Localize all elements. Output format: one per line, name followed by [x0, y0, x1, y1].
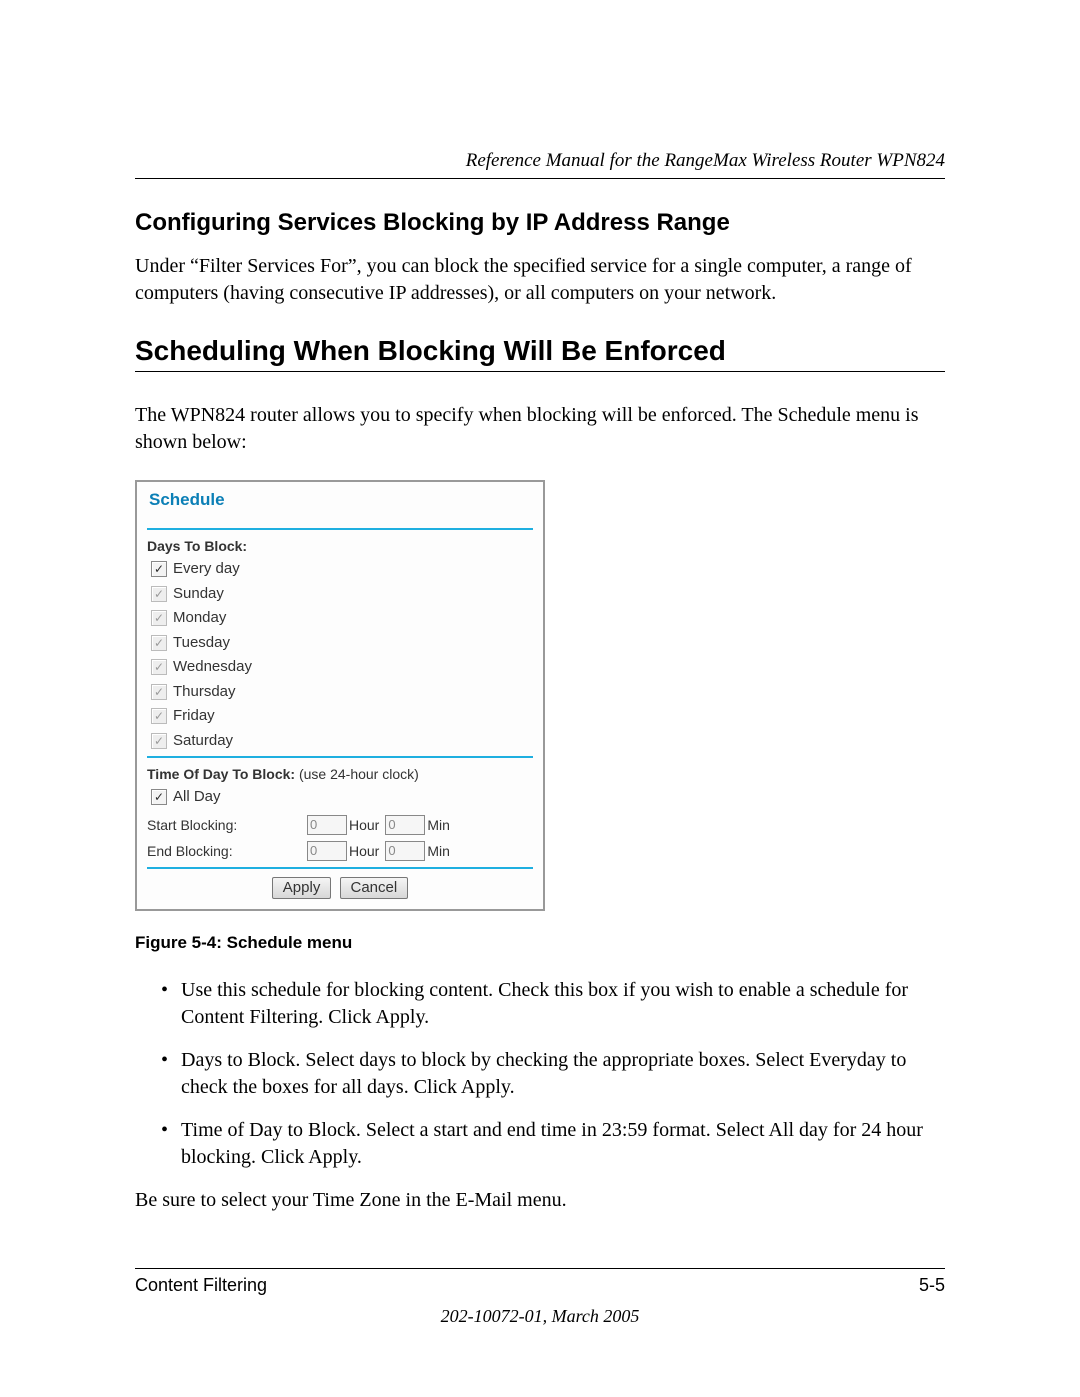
checkbox-wednesday-row[interactable]: ✓ Wednesday — [151, 656, 533, 679]
apply-button[interactable]: Apply — [272, 877, 332, 899]
min-unit-label: Min — [427, 817, 450, 833]
list-item: Use this schedule for blocking content. … — [161, 977, 945, 1031]
subsection-title: Configuring Services Blocking by IP Addr… — [135, 209, 945, 237]
checkbox-icon: ✓ — [151, 684, 167, 700]
checkbox-icon: ✓ — [151, 733, 167, 749]
footer-section-name: Content Filtering — [135, 1275, 267, 1296]
checkbox-label: Tuesday — [173, 632, 230, 655]
checkbox-label: Every day — [173, 558, 240, 581]
checkbox-label: All Day — [173, 786, 221, 809]
time-of-day-label: Time Of Day To Block: (use 24-hour clock… — [147, 766, 533, 782]
footer-doc-id: 202-10072-01, March 2005 — [135, 1306, 945, 1327]
bullet-list: Use this schedule for blocking content. … — [135, 977, 945, 1171]
min-unit-label: Min — [427, 843, 450, 859]
checkbox-label: Wednesday — [173, 656, 252, 679]
figure-schedule: Schedule Days To Block: ✓ Every day ✓ Su… — [135, 480, 945, 911]
checkbox-label: Sunday — [173, 583, 224, 606]
figure-caption: Figure 5-4: Schedule menu — [135, 933, 945, 953]
panel-divider — [147, 756, 533, 758]
checkbox-friday-row[interactable]: ✓ Friday — [151, 705, 533, 728]
footer-page-number: 5-5 — [919, 1275, 945, 1296]
panel-title: Schedule — [149, 490, 533, 510]
start-min-input[interactable]: 0 — [385, 815, 425, 835]
checkbox-label: Thursday — [173, 681, 236, 704]
list-item: Days to Block. Select days to block by c… — [161, 1047, 945, 1101]
end-blocking-label: End Blocking: — [147, 843, 307, 859]
page-footer: Content Filtering 5-5 202-10072-01, Marc… — [135, 1268, 945, 1327]
checkbox-icon: ✓ — [151, 635, 167, 651]
section-title: Scheduling When Blocking Will Be Enforce… — [135, 335, 945, 367]
checkbox-icon: ✓ — [151, 586, 167, 602]
end-blocking-row: End Blocking: 0 Hour 0 Min — [147, 841, 533, 861]
time-of-day-title: Time Of Day To Block: — [147, 766, 295, 782]
cancel-button[interactable]: Cancel — [340, 877, 409, 899]
body-paragraph: The WPN824 router allows you to specify … — [135, 402, 945, 456]
checkbox-allday-row[interactable]: ✓ All Day — [151, 786, 533, 809]
days-to-block-label: Days To Block: — [147, 538, 533, 554]
hour-unit-label: Hour — [349, 817, 379, 833]
checkbox-tuesday-row[interactable]: ✓ Tuesday — [151, 632, 533, 655]
end-hour-input[interactable]: 0 — [307, 841, 347, 861]
checkbox-icon: ✓ — [151, 708, 167, 724]
start-hour-input[interactable]: 0 — [307, 815, 347, 835]
start-blocking-row: Start Blocking: 0 Hour 0 Min — [147, 815, 533, 835]
checkbox-icon: ✓ — [151, 789, 167, 805]
time-of-day-hint: (use 24-hour clock) — [295, 766, 419, 782]
start-blocking-label: Start Blocking: — [147, 817, 307, 833]
schedule-panel: Schedule Days To Block: ✓ Every day ✓ Su… — [135, 480, 545, 911]
checkbox-icon: ✓ — [151, 561, 167, 577]
hour-unit-label: Hour — [349, 843, 379, 859]
footer-rule — [135, 1268, 945, 1269]
checkbox-sunday-row[interactable]: ✓ Sunday — [151, 583, 533, 606]
checkbox-label: Friday — [173, 705, 215, 728]
end-min-input[interactable]: 0 — [385, 841, 425, 861]
section-rule — [135, 371, 945, 372]
checkbox-label: Saturday — [173, 730, 233, 753]
checkbox-icon: ✓ — [151, 659, 167, 675]
list-item: Time of Day to Block. Select a start and… — [161, 1117, 945, 1171]
body-paragraph: Under “Filter Services For”, you can blo… — [135, 253, 945, 307]
checkbox-icon: ✓ — [151, 610, 167, 626]
checkbox-monday-row[interactable]: ✓ Monday — [151, 607, 533, 630]
body-paragraph: Be sure to select your Time Zone in the … — [135, 1187, 945, 1214]
checkbox-thursday-row[interactable]: ✓ Thursday — [151, 681, 533, 704]
panel-divider — [147, 528, 533, 530]
checkbox-saturday-row[interactable]: ✓ Saturday — [151, 730, 533, 753]
checkbox-label: Monday — [173, 607, 226, 630]
panel-divider — [147, 867, 533, 869]
checkbox-everyday-row[interactable]: ✓ Every day — [151, 558, 533, 581]
button-row: Apply Cancel — [147, 877, 533, 899]
running-header: Reference Manual for the RangeMax Wirele… — [135, 150, 945, 179]
